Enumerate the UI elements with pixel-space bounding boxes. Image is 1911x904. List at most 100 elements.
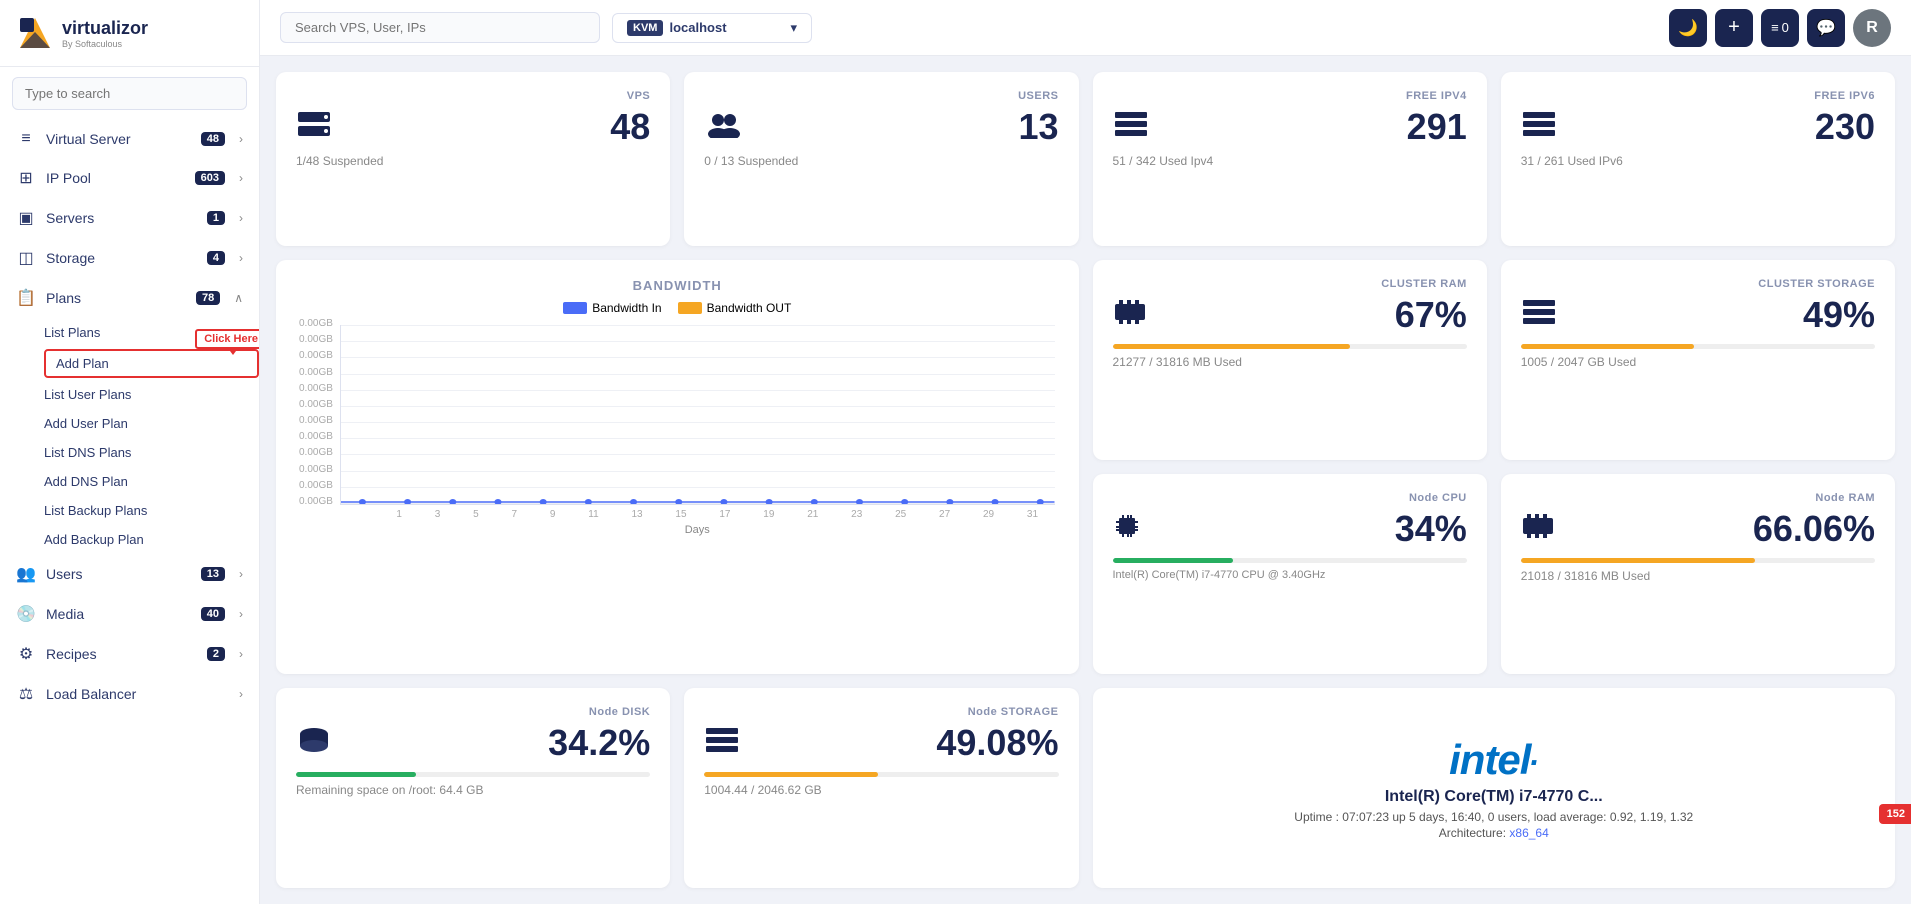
chart-x-labels: 1357911 131517192123 25272931 [340, 505, 1055, 520]
sidebar-item-servers[interactable]: ▣ Servers 1 › [0, 198, 259, 238]
server-select[interactable]: KVM localhost ▾ [612, 13, 812, 43]
vps-sub: 1/48 Suspended [296, 154, 383, 168]
cluster-ram-sub: 21277 / 31816 MB Used [1113, 355, 1467, 369]
dark-mode-button[interactable]: 🌙 [1669, 9, 1707, 47]
node-cpu-card: Node CPU 34% Intel(R) Core(TM) i7-4770 C… [1093, 474, 1487, 674]
intel-dot: . [1530, 736, 1538, 772]
node-storage-card: Node STORAGE 49.08% 1004.44 / 2046.62 GB [684, 688, 1078, 888]
logo-icon [16, 14, 54, 52]
sidebar-item-virtual-server[interactable]: ≡ Virtual Server 48 › [0, 120, 259, 158]
servers-badge: 1 [207, 211, 225, 225]
sidebar-item-recipes[interactable]: ⚙ Recipes 2 › [0, 634, 259, 674]
node-storage-icon [704, 726, 740, 761]
node-cpu-value: 34% [1395, 508, 1467, 550]
intel-card: intel. Intel(R) Core(TM) i7-4770 C... Up… [1093, 688, 1896, 888]
vps-value: 48 [610, 106, 650, 148]
servers-icon: ▣ [16, 208, 36, 228]
vps-card: VPS 48 1/48 Suspended [276, 72, 670, 246]
ipv6-sub: 31 / 261 Used IPv6 [1521, 154, 1875, 168]
header-actions: 🌙 + ≡ 0 💬 R [1669, 9, 1891, 47]
logo-title: virtualizor [62, 18, 148, 39]
node-ram-sub: 21018 / 31816 MB Used [1521, 569, 1875, 583]
ipv6-icon [1521, 110, 1557, 145]
node-cpu-sub: Intel(R) Core(TM) i7-4770 CPU @ 3.40GHz [1113, 569, 1467, 581]
floating-notification[interactable]: 152 [1879, 804, 1911, 824]
ip-pool-icon: ⊞ [16, 168, 36, 188]
node-ram-icon [1521, 512, 1555, 547]
node-ram-card: Node RAM 66.06% 21018 / 31816 MB Used [1501, 474, 1895, 674]
users-value: 13 [1018, 106, 1058, 148]
add-user-plan-link[interactable]: Add User Plan [44, 409, 259, 438]
sidebar-item-label: Storage [46, 250, 197, 266]
chart-x-title: Days [340, 524, 1055, 536]
chevron-down-icon: ▾ [790, 20, 797, 36]
bandwidth-title: BANDWIDTH [296, 278, 1059, 293]
list-user-plans-link[interactable]: List User Plans [44, 380, 259, 409]
avatar-button[interactable]: R [1853, 9, 1891, 47]
sidebar-item-label: Virtual Server [46, 131, 191, 147]
ip-pool-badge: 603 [195, 171, 225, 185]
chevron-right-icon: › [239, 687, 243, 701]
add-backup-plan-link[interactable]: Add Backup Plan [44, 525, 259, 554]
bandwidth-card: BANDWIDTH Bandwidth In Bandwidth OUT 0.0… [276, 260, 1079, 674]
plans-submenu: List Plans Click Here Add Plan List User… [0, 318, 259, 554]
intel-name: Intel(R) Core(TM) i7-4770 C... [1385, 788, 1603, 806]
users-label: USERS [704, 90, 1058, 102]
sidebar-item-ip-pool[interactable]: ⊞ IP Pool 603 › [0, 158, 259, 198]
intel-arch-value: x86_64 [1509, 826, 1548, 840]
add-plan-link[interactable]: Click Here Add Plan [44, 349, 259, 378]
sidebar-logo: virtualizor By Softaculous [0, 0, 259, 67]
sidebar-item-plans[interactable]: 📋 Plans 78 ∧ [0, 278, 259, 318]
chevron-right-icon: › [239, 251, 243, 265]
sidebar-search[interactable] [12, 77, 247, 110]
search-vps-input[interactable] [280, 12, 600, 43]
list-dns-plans-link[interactable]: List DNS Plans [44, 438, 259, 467]
recipes-badge: 2 [207, 647, 225, 661]
node-storage-label: Node STORAGE [704, 706, 1058, 718]
node-ram-value: 66.06% [1753, 508, 1875, 550]
chevron-down-icon: ∧ [234, 291, 243, 305]
intel-arch-label: Architecture: [1439, 826, 1506, 840]
server-name: localhost [669, 20, 784, 35]
ipv4-value: 291 [1407, 106, 1467, 148]
main-content: KVM localhost ▾ 🌙 + ≡ 0 💬 R VPS 48 [260, 0, 1911, 904]
media-badge: 40 [201, 607, 225, 621]
chevron-right-icon: › [239, 607, 243, 621]
cluster-ram-value: 67% [1395, 294, 1467, 336]
sidebar-item-label: Recipes [46, 646, 197, 662]
sidebar-item-label: Load Balancer [46, 686, 225, 702]
node-disk-value: 34.2% [548, 722, 650, 764]
list-button[interactable]: ≡ 0 [1761, 9, 1799, 47]
sidebar-item-users[interactable]: 👥 Users 13 › [0, 554, 259, 594]
sidebar-item-label: IP Pool [46, 170, 185, 186]
load-balancer-icon: ⚖ [16, 684, 36, 704]
ipv6-label: FREE IPV6 [1521, 90, 1875, 102]
sidebar-item-label: Servers [46, 210, 197, 226]
logo-sub: By Softaculous [62, 39, 148, 49]
add-dns-plan-link[interactable]: Add DNS Plan [44, 467, 259, 496]
plans-icon: 📋 [16, 288, 36, 308]
list-backup-plans-link[interactable]: List Backup Plans [44, 496, 259, 525]
node-disk-label: Node DISK [296, 706, 650, 718]
cluster-storage-card: CLUSTER STORAGE 49% 1005 / 2047 GB Used [1501, 260, 1895, 460]
sidebar-item-media[interactable]: 💿 Media 40 › [0, 594, 259, 634]
virtual-server-icon: ≡ [16, 130, 36, 148]
sidebar-item-label: Media [46, 606, 191, 622]
sidebar-item-storage[interactable]: ◫ Storage 4 › [0, 238, 259, 278]
node-ram-label: Node RAM [1521, 492, 1875, 504]
node-cpu-icon [1113, 512, 1141, 547]
bandwidth-chart: 0.00GB 0.00GB 0.00GB 0.00GB 0.00GB 0.00G… [340, 325, 1055, 505]
legend-in-box [563, 302, 587, 314]
intel-uptime: Uptime : 07:07:23 up 5 days, 16:40, 0 us… [1294, 810, 1693, 824]
sidebar-item-label: Users [46, 566, 191, 582]
chevron-right-icon: › [239, 132, 243, 146]
chat-button[interactable]: 💬 [1807, 9, 1845, 47]
notif-count: 0 [1782, 20, 1789, 35]
vps-label: VPS [296, 90, 650, 102]
media-icon: 💿 [16, 604, 36, 624]
sidebar-item-load-balancer[interactable]: ⚖ Load Balancer › [0, 674, 259, 714]
ipv4-card: FREE IPV4 291 51 / 342 Used Ipv4 [1093, 72, 1487, 246]
add-button[interactable]: + [1715, 9, 1753, 47]
chevron-right-icon: › [239, 567, 243, 581]
node-cpu-label: Node CPU [1113, 492, 1467, 504]
